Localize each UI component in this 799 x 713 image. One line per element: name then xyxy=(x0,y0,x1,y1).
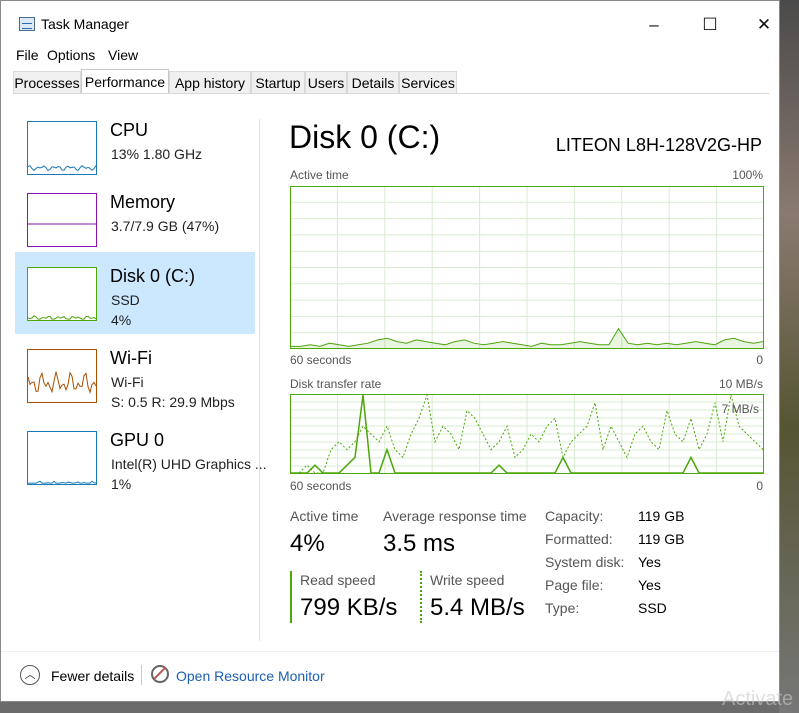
sidebar-item-value: 4% xyxy=(111,312,132,328)
sidebar-thumbnail-graph xyxy=(27,431,97,485)
menu-bar: File Options View xyxy=(1,45,779,67)
read-speed-value: 799 KB/s xyxy=(300,594,398,621)
sidebar-thumbnail-graph xyxy=(27,267,97,321)
active-time-label: Active time xyxy=(290,508,359,524)
desktop-background xyxy=(779,0,799,713)
sidebar-thumbnail-graph xyxy=(27,121,97,175)
write-speed-bar xyxy=(420,571,422,623)
menu-view[interactable]: View xyxy=(108,47,138,63)
close-button[interactable]: ✕ xyxy=(741,11,787,39)
resource-monitor-icon xyxy=(151,665,169,683)
panel-divider xyxy=(259,119,260,641)
read-speed-label: Read speed xyxy=(300,572,376,588)
tab-app-history[interactable]: App history xyxy=(169,71,251,93)
sidebar-item-detail: Intel(R) UHD Graphics ... xyxy=(111,456,267,472)
tab-startup[interactable]: Startup xyxy=(251,71,305,93)
menu-file[interactable]: File xyxy=(16,47,39,63)
disk-info-value: 119 GB xyxy=(638,508,685,524)
active-time-graph xyxy=(290,186,764,349)
active-time-graph-max: 100% xyxy=(732,168,763,182)
disk-info-value: Yes xyxy=(638,577,661,593)
fewer-details-button[interactable]: Fewer details xyxy=(51,668,134,684)
sidebar-item-value: 1% xyxy=(111,476,132,492)
sidebar-item-value: S: 0.5 R: 29.9 Mbps xyxy=(111,394,235,410)
sidebar-item-disk-0-c[interactable]: Disk 0 (C:) SSD 4% xyxy=(15,252,255,334)
transfer-rate-secondary-label: 7 MB/s xyxy=(721,402,759,416)
active-time-graph-duration: 60 seconds xyxy=(290,353,352,367)
disk-info-value: 119 GB xyxy=(638,531,685,547)
transfer-rate-graph xyxy=(290,394,764,474)
avg-response-label: Average response time xyxy=(383,508,527,524)
avg-response-value: 3.5 ms xyxy=(383,530,456,557)
menu-options[interactable]: Options xyxy=(47,47,95,63)
sidebar-item-name: GPU 0 xyxy=(110,430,165,450)
footer-divider xyxy=(141,665,142,685)
sidebar-item-cpu[interactable]: CPU 13% 1.80 GHz xyxy=(15,106,255,188)
sidebar-item-name: Memory xyxy=(110,192,176,212)
footer-separator xyxy=(1,651,779,652)
tab-content-border xyxy=(13,93,769,94)
sidebar-item-memory[interactable]: Memory 3.7/7.9 GB (47%) xyxy=(15,178,255,260)
window-title: Task Manager xyxy=(41,16,129,32)
tab-services[interactable]: Services xyxy=(399,71,457,93)
disk-info-label: System disk: xyxy=(545,554,625,570)
disk-info-label: Formatted: xyxy=(545,531,613,547)
transfer-rate-graph-min: 0 xyxy=(756,479,763,493)
transfer-rate-graph-duration: 60 seconds xyxy=(290,479,352,493)
sidebar-thumbnail-graph xyxy=(27,193,97,247)
sidebar-item-detail: 13% 1.80 GHz xyxy=(111,146,203,162)
sidebar-item-gpu-0[interactable]: GPU 0 Intel(R) UHD Graphics ... 1% xyxy=(15,416,267,498)
active-time-value: 4% xyxy=(290,530,325,557)
minimize-button[interactable]: – xyxy=(631,11,677,39)
transfer-rate-graph-label: Disk transfer rate xyxy=(290,377,382,391)
disk-info-label: Page file: xyxy=(545,577,604,593)
sidebar-item-detail: 3.7/7.9 GB (47%) xyxy=(111,218,220,234)
disk-info-label: Type: xyxy=(545,600,580,616)
write-speed-value: 5.4 MB/s xyxy=(430,594,525,621)
sidebar-item-wi-fi[interactable]: Wi-Fi Wi-Fi S: 0.5 R: 29.9 Mbps xyxy=(15,334,255,416)
disk-info-value: Yes xyxy=(638,554,661,570)
disk-model: LITEON L8H-128V2G-HP xyxy=(555,135,762,155)
tab-users[interactable]: Users xyxy=(305,71,347,93)
sidebar-thumbnail-graph xyxy=(27,349,97,403)
sidebar-item-name: CPU xyxy=(110,120,149,140)
sidebar-item-name: Wi-Fi xyxy=(110,348,152,368)
sidebar-item-detail: SSD xyxy=(111,292,140,308)
active-time-graph-label: Active time xyxy=(290,168,349,182)
disk-info-value: SSD xyxy=(638,600,667,616)
maximize-button[interactable]: ☐ xyxy=(687,11,733,39)
title-bar: Task Manager – ☐ ✕ xyxy=(1,1,779,45)
active-time-graph-min: 0 xyxy=(756,353,763,367)
sidebar-item-detail: Wi-Fi xyxy=(111,374,144,390)
disk-info-label: Capacity: xyxy=(545,508,604,524)
sidebar-item-name: Disk 0 (C:) xyxy=(110,266,195,286)
write-speed-label: Write speed xyxy=(430,572,505,588)
tab-performance[interactable]: Performance xyxy=(81,69,169,94)
chevron-up-icon[interactable]: ︿ xyxy=(20,665,40,685)
task-manager-window: Task Manager – ☐ ✕ File Options View Pro… xyxy=(0,0,780,702)
transfer-rate-graph-max: 10 MB/s xyxy=(718,377,763,391)
disk-title: Disk 0 (C:) xyxy=(289,119,441,155)
read-speed-bar xyxy=(290,571,292,623)
tab-processes[interactable]: Processes xyxy=(13,71,81,93)
tab-details[interactable]: Details xyxy=(347,71,399,93)
activation-watermark: Activate xyxy=(722,688,794,710)
task-manager-icon xyxy=(19,17,35,31)
open-resource-monitor-link[interactable]: Open Resource Monitor xyxy=(176,668,325,684)
